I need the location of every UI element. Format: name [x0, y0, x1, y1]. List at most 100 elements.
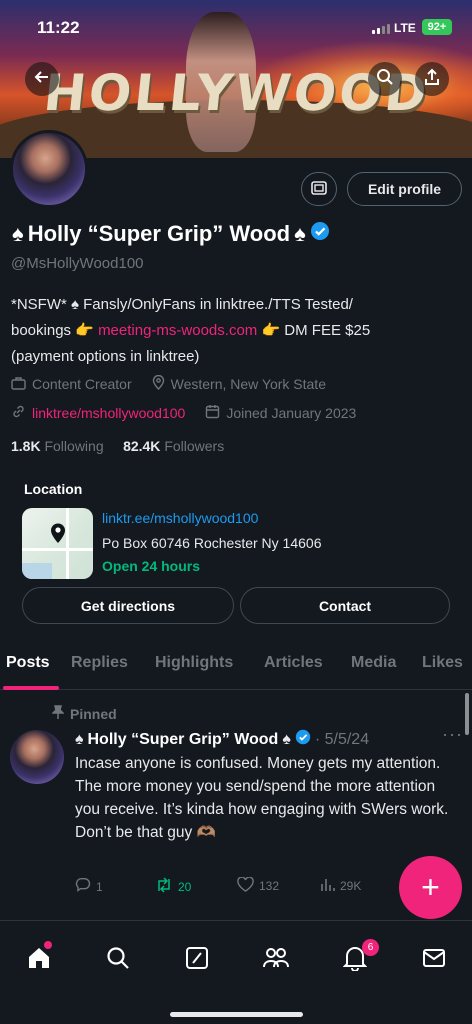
- location-link[interactable]: linktr.ee/mshollywood100: [102, 510, 258, 526]
- spade-icon: ♠: [282, 730, 291, 748]
- share-button[interactable]: [415, 62, 449, 96]
- tab-likes[interactable]: Likes: [422, 654, 463, 672]
- reply-button[interactable]: 1: [75, 877, 103, 896]
- search-tab[interactable]: [103, 945, 133, 975]
- tab-highlights[interactable]: Highlights: [155, 654, 233, 672]
- profile-name: ♠ Holly “Super Grip” Wood ♠: [12, 221, 330, 247]
- tab-posts[interactable]: Posts: [6, 654, 50, 672]
- calendar-icon: [205, 404, 220, 422]
- post-header: ♠ Holly “Super Grip” Wood ♠ · 5/5/24: [75, 729, 369, 750]
- post-text: Incase anyone is confused. Money gets my…: [75, 755, 449, 841]
- bio-line: bookings 👉 meeting-ms-woods.com 👉 DM FEE…: [11, 318, 461, 344]
- search-profile-button[interactable]: [368, 62, 402, 96]
- bottom-navigation: 6: [0, 920, 472, 1024]
- map-pin-icon: [50, 522, 66, 549]
- messages-tab[interactable]: [419, 945, 449, 975]
- plus-icon: +: [421, 869, 440, 905]
- profile-category: Content Creator: [32, 376, 132, 392]
- analytics-icon: [320, 877, 335, 895]
- following-link[interactable]: 1.8K Following: [11, 438, 104, 454]
- get-directions-button[interactable]: Get directions: [22, 587, 234, 624]
- status-time: 11:22: [37, 18, 80, 37]
- mail-icon: [422, 947, 446, 974]
- followers-link[interactable]: 82.4K Followers: [123, 438, 224, 454]
- bio-line: *NSFW* ♠ Fansly/OnlyFans in linktree./TT…: [11, 296, 353, 313]
- signal-icon: [372, 24, 390, 34]
- scrollbar[interactable]: [465, 693, 469, 735]
- active-tab-indicator: [3, 686, 59, 690]
- subscriptions-button[interactable]: [301, 172, 337, 206]
- pin-icon: [51, 705, 65, 722]
- bio-text: bookings 👉: [11, 322, 99, 339]
- tab-articles[interactable]: Articles: [264, 654, 323, 672]
- verified-badge-icon: [295, 729, 311, 750]
- repost-button[interactable]: 20: [155, 877, 191, 896]
- location-map-thumbnail[interactable]: [22, 508, 93, 579]
- post-date: · 5/5/24: [314, 730, 370, 748]
- link-icon: [11, 404, 26, 422]
- location-pin-icon: [152, 374, 165, 393]
- home-new-dot: [44, 941, 52, 949]
- heart-icon: [237, 876, 254, 895]
- pinned-label: Pinned: [70, 705, 117, 722]
- communities-tab[interactable]: [261, 945, 291, 975]
- contact-button[interactable]: Contact: [240, 587, 450, 624]
- home-icon: [26, 945, 52, 976]
- grok-tab[interactable]: [182, 945, 212, 975]
- view-count: 29K: [340, 879, 362, 893]
- views-button[interactable]: 29K: [320, 877, 361, 895]
- spade-icon: ♠: [12, 221, 24, 246]
- spade-icon: ♠: [75, 730, 84, 748]
- communities-icon: [262, 946, 290, 975]
- profile-location: Western, New York State: [170, 376, 326, 392]
- notifications-badge: 6: [362, 939, 379, 956]
- spade-icon: ♠: [294, 221, 306, 246]
- post-author-avatar[interactable]: [10, 730, 64, 784]
- map-water: [22, 563, 52, 579]
- share-icon: [423, 68, 441, 91]
- post-author-name[interactable]: Holly “Super Grip” Wood: [88, 731, 279, 749]
- bio-text: 👉 DM FEE $25: [257, 322, 371, 339]
- reply-icon: [75, 877, 91, 896]
- status-bar: 11:22 LTE 92+: [0, 0, 472, 50]
- gallery-icon: [310, 179, 328, 200]
- location-hours: Open 24 hours: [102, 558, 201, 574]
- repost-icon: [155, 877, 173, 896]
- compose-post-button[interactable]: +: [399, 856, 462, 919]
- briefcase-icon: [11, 376, 26, 393]
- followers-label: Followers: [164, 438, 225, 454]
- profile-website-link[interactable]: linktree/mshollywood100: [32, 405, 185, 421]
- profile-joined-date: Joined January 2023: [226, 405, 357, 421]
- battery-icon: 92+: [422, 19, 452, 35]
- location-address: Po Box 60746 Rochester Ny 14606: [102, 535, 322, 551]
- network-label: LTE: [394, 21, 416, 35]
- bio-link[interactable]: meeting-ms-woods.com: [98, 322, 257, 339]
- home-tab[interactable]: [24, 945, 54, 975]
- grok-icon: [185, 946, 209, 975]
- like-button[interactable]: 132: [237, 876, 280, 895]
- reply-count: 1: [96, 879, 103, 894]
- repost-count: 20: [178, 879, 192, 894]
- following-count: 1.8K: [11, 438, 41, 454]
- home-indicator[interactable]: [170, 1012, 303, 1017]
- profile-avatar[interactable]: [10, 130, 88, 208]
- tab-replies[interactable]: Replies: [71, 654, 128, 672]
- following-label: Following: [44, 438, 104, 454]
- search-icon: [106, 946, 130, 975]
- back-arrow-icon: [33, 68, 51, 91]
- edit-profile-button[interactable]: Edit profile: [347, 172, 462, 206]
- like-count: 132: [259, 879, 280, 893]
- map-road: [66, 508, 69, 579]
- profile-handle: @MsHollyWood100: [11, 255, 144, 272]
- back-button[interactable]: [25, 62, 59, 96]
- profile-meta-row: linktree/mshollywood100 Joined January 2…: [11, 404, 356, 422]
- verified-badge-icon[interactable]: [310, 221, 330, 247]
- pinned-indicator: Pinned: [51, 705, 117, 722]
- profile-meta-row: Content Creator Western, New York State: [11, 374, 326, 393]
- profile-bio: *NSFW* ♠ Fansly/OnlyFans in linktree./TT…: [11, 292, 461, 370]
- post-actions: 1 20 132 29K: [75, 876, 385, 897]
- bio-line: (payment options in linktree): [11, 348, 200, 365]
- tab-media[interactable]: Media: [351, 654, 396, 672]
- profile-name-text: Holly “Super Grip” Wood: [27, 221, 291, 246]
- post-more-options-icon[interactable]: ···: [442, 724, 463, 745]
